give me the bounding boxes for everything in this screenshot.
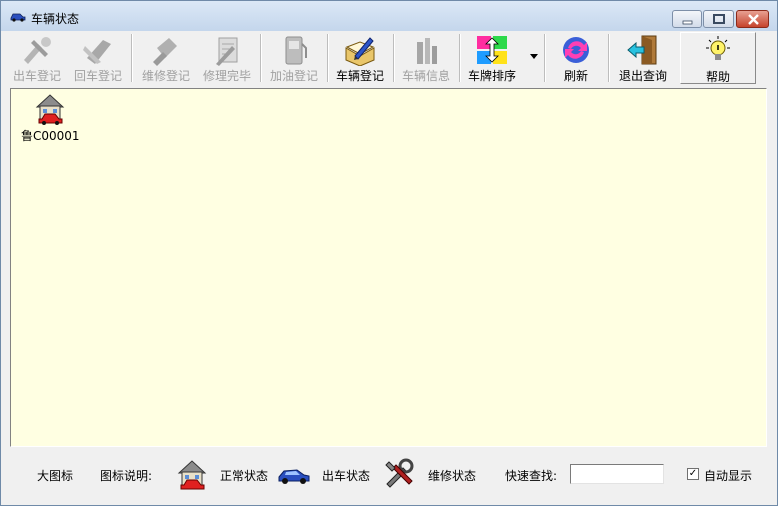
status-bar: 大图标 图标说明: 正常状态 出车状态 维修状态 快速查找: ✓ 自动显示 — [7, 451, 771, 497]
repair-done-icon — [216, 37, 238, 66]
legend-label: 图标说明: — [100, 469, 153, 483]
car-out-button[interactable]: 出车登记 — [7, 32, 67, 84]
view-mode-label[interactable]: 大图标 — [37, 467, 73, 484]
toolbar: 出车登记 回车登记 维修登记 修理完毕 加油登记 车辆登记 车辆信息 车牌排序 … — [7, 32, 771, 86]
maximize-button[interactable] — [703, 10, 734, 28]
car-icon — [10, 13, 26, 22]
exit-door-icon — [627, 35, 657, 65]
tools-icon — [385, 458, 414, 488]
auto-display-label: 自动显示 — [704, 469, 753, 483]
vehicle-info-icon — [417, 38, 437, 64]
minimize-icon — [682, 20, 693, 25]
sort-arrows-icon — [477, 36, 507, 64]
vehicle-register-button[interactable]: 车辆登记 — [330, 32, 390, 84]
register-book-icon — [345, 37, 375, 66]
fuel-pump-icon — [285, 36, 307, 65]
close-icon — [748, 14, 759, 25]
vehicle-item[interactable]: 鲁C00001 — [21, 91, 80, 144]
repair-register-button[interactable]: 维修登记 — [136, 32, 196, 84]
window-title: 车辆状态 — [31, 12, 80, 26]
quick-search-input[interactable] — [570, 464, 664, 484]
exit-query-button[interactable]: 退出查询 — [611, 32, 675, 84]
legend-out-label: 出车状态 — [322, 469, 371, 483]
minimize-button[interactable] — [672, 10, 702, 28]
vehicle-status-window: 车辆状态 出车登记 回车登记 维修登记 修理完毕 加油登记 车辆登记 车辆信息 … — [0, 0, 778, 506]
car-return-icon — [83, 40, 111, 64]
auto-display-checkbox[interactable]: ✓ — [687, 468, 699, 480]
legend-normal-label: 正常状态 — [220, 469, 269, 483]
vehicle-list-view[interactable]: 鲁C00001 — [10, 88, 767, 447]
title-bar: 车辆状态 — [1, 1, 777, 31]
house-car-icon — [177, 460, 207, 490]
help-button[interactable]: 帮助 — [680, 32, 756, 84]
refresh-button[interactable]: 刷新 — [547, 32, 605, 84]
car-out-icon — [24, 37, 51, 64]
car-icon — [278, 469, 310, 484]
repair-done-button[interactable]: 修理完毕 — [197, 32, 257, 84]
vehicle-info-button[interactable]: 车辆信息 — [396, 32, 456, 84]
fuel-register-button[interactable]: 加油登记 — [264, 32, 324, 84]
repair-icon — [153, 38, 177, 66]
vehicle-plate: 鲁C00001 — [21, 129, 80, 143]
car-return-button[interactable]: 回车登记 — [68, 32, 128, 84]
plate-sort-button[interactable]: 车牌排序 — [462, 32, 542, 84]
search-label: 快速查找: — [505, 469, 558, 483]
lightbulb-icon — [706, 36, 730, 60]
close-button[interactable] — [736, 10, 769, 28]
refresh-icon — [563, 37, 589, 63]
legend-repair-label: 维修状态 — [428, 469, 477, 483]
house-car-icon — [35, 94, 65, 125]
chevron-down-icon[interactable] — [530, 54, 538, 59]
maximize-icon — [713, 14, 725, 24]
